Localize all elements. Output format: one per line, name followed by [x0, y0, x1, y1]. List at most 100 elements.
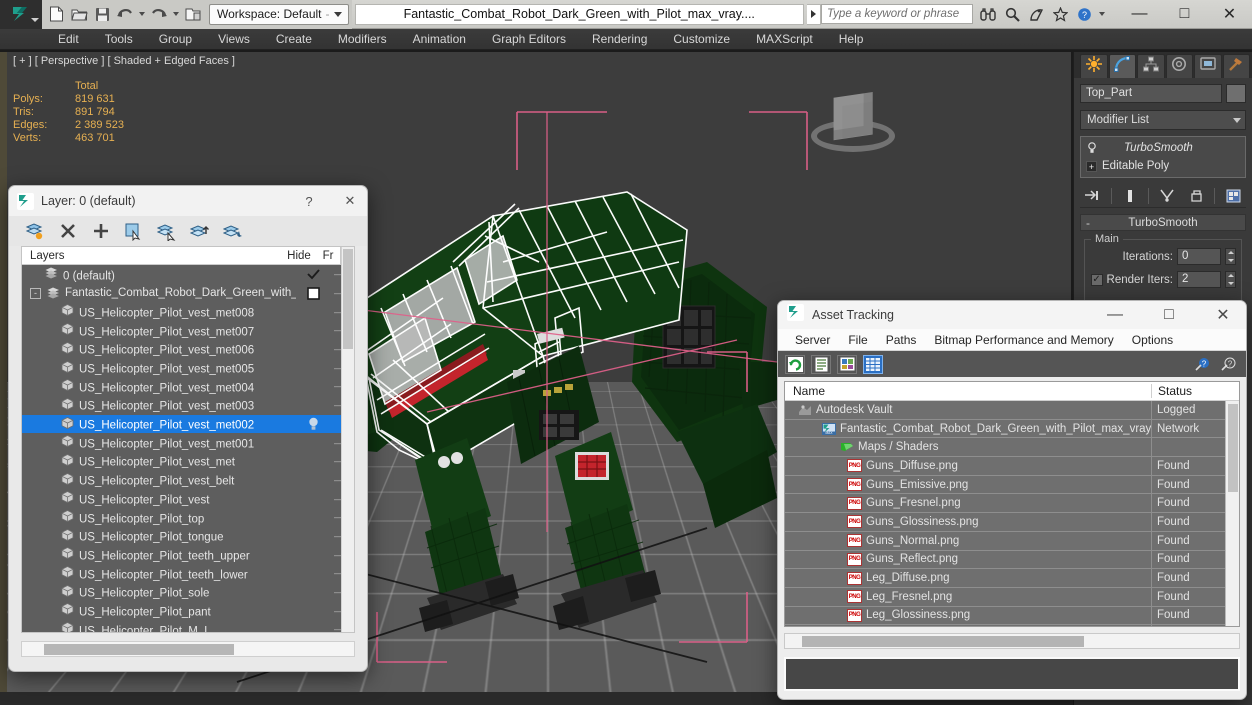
menu-item-help[interactable]: Help [826, 29, 877, 50]
undo-dropdown-caret-icon[interactable] [137, 3, 147, 25]
menu-item-maxscript[interactable]: MAXScript [743, 29, 826, 50]
open-file-button[interactable] [68, 3, 90, 25]
select-highlight-icon[interactable] [124, 222, 143, 241]
asset-tracking-maximize-button[interactable]: □ [1146, 301, 1192, 329]
redo-button[interactable] [148, 3, 170, 25]
layer-list-vscroll-thumb[interactable] [343, 249, 353, 349]
asset-row[interactable]: Autodesk VaultLogged [785, 401, 1225, 420]
layer-hide-cell[interactable] [296, 287, 330, 300]
iterations-stepper[interactable] [1225, 248, 1236, 265]
satellite-dish-icon[interactable] [1025, 3, 1047, 25]
layer-rows-container[interactable]: 0 (default)——-Fantastic_Combat_Robot_Dar… [22, 265, 354, 632]
asset-row[interactable]: MAXFantastic_Combat_Robot_Dark_Green_wit… [785, 420, 1225, 439]
lightbulb-icon[interactable] [1086, 142, 1097, 155]
column-header-layers[interactable]: Layers [22, 250, 282, 262]
menu-item-graph-editors[interactable]: Graph Editors [479, 29, 579, 50]
viewport-label[interactable]: [ + ] [ Perspective ] [ Shaded + Edged F… [13, 55, 235, 67]
thumbnail-view-icon[interactable] [837, 355, 857, 374]
question-help-icon[interactable]: ? [1073, 3, 1095, 25]
menu-item-edit[interactable]: Edit [45, 29, 92, 50]
asset-rows-container[interactable]: Autodesk VaultLogged MAXFantastic_Combat… [785, 401, 1225, 626]
layer-row[interactable]: US_Helicopter_Pilot_vest_belt—— [22, 471, 354, 490]
asset-grid-vscrollbar[interactable] [1225, 401, 1239, 626]
menu-item-group[interactable]: Group [146, 29, 205, 50]
asset-menu-options[interactable]: Options [1123, 333, 1182, 347]
help-question-icon[interactable]: ? [1193, 355, 1213, 374]
rollout-collapse-icon[interactable]: - [1086, 217, 1090, 229]
layer-row[interactable]: US_Helicopter_Pilot_top—— [22, 508, 354, 527]
app-menu-button[interactable] [0, 0, 42, 29]
asset-row[interactable]: PNGLeg_Glossiness.pngFound [785, 607, 1225, 626]
modify-tab[interactable] [1109, 54, 1137, 78]
layer-row[interactable]: -Fantastic_Combat_Robot_Dark_Green_with_… [22, 284, 354, 303]
document-title-next-button[interactable] [807, 4, 821, 25]
help-dropdown-caret-icon[interactable] [1097, 3, 1107, 25]
render-iters-checkbox[interactable]: ✓ [1091, 274, 1103, 286]
undo-button[interactable] [114, 3, 136, 25]
expand-collapse-icon[interactable]: - [30, 288, 41, 299]
layer-dialog-close-button[interactable]: ✕ [333, 187, 367, 216]
menu-item-rendering[interactable]: Rendering [579, 29, 660, 50]
workspace-selector[interactable]: Workspace: Default - [209, 4, 349, 25]
asset-menu-bitmap-performance-and-memory[interactable]: Bitmap Performance and Memory [925, 333, 1122, 347]
save-file-button[interactable] [91, 3, 113, 25]
layer-row[interactable]: US_Helicopter_Pilot_vest_met003—— [22, 396, 354, 415]
asset-tracking-dialog[interactable]: Asset Tracking — □ ✕ ServerFilePathsBitm… [777, 300, 1247, 700]
column-header-name[interactable]: Name [785, 384, 1151, 398]
menu-item-create[interactable]: Create [263, 29, 325, 50]
asset-menu-file[interactable]: File [839, 333, 876, 347]
layer-row[interactable]: 0 (default)—— [22, 265, 354, 284]
layer-hide-cell[interactable] [296, 269, 330, 280]
hierarchy-tab[interactable] [1137, 54, 1165, 78]
magnifier-icon[interactable] [1001, 3, 1023, 25]
asset-row[interactable]: PNGGuns_Diffuse.pngFound [785, 457, 1225, 476]
column-header-hide[interactable]: Hide [282, 250, 316, 262]
column-header-freeze[interactable]: Fr [316, 250, 340, 262]
chevron-down-icon[interactable] [1233, 118, 1241, 123]
asset-row[interactable]: PNGGuns_Emissive.pngFound [785, 476, 1225, 495]
layer-row[interactable]: US_Helicopter_Pilot_vest_met005—— [22, 358, 354, 377]
object-color-swatch[interactable] [1226, 84, 1246, 103]
show-end-result-icon[interactable] [1120, 186, 1140, 206]
asset-tracking-titlebar[interactable]: Asset Tracking — □ ✕ [778, 301, 1246, 329]
object-name-field[interactable]: Top_Part [1080, 84, 1222, 103]
maximize-button[interactable]: □ [1162, 0, 1207, 29]
configure-sets-icon[interactable] [1224, 186, 1244, 206]
minimize-button[interactable]: — [1117, 0, 1162, 29]
layer-row[interactable]: US_Helicopter_Pilot_teeth_upper—— [22, 545, 354, 564]
remove-modifier-icon[interactable] [1186, 186, 1206, 206]
menu-item-views[interactable]: Views [205, 29, 263, 50]
layer-row[interactable]: US_Helicopter_Pilot_vest_met—— [22, 452, 354, 471]
layer-row[interactable]: US_Helicopter_Pilot_tongue—— [22, 527, 354, 546]
asset-menu-paths[interactable]: Paths [877, 333, 926, 347]
close-button[interactable]: ✕ [1207, 0, 1252, 29]
chevron-down-icon[interactable] [334, 12, 342, 17]
new-file-button[interactable] [45, 3, 67, 25]
column-header-status[interactable]: Status [1151, 384, 1225, 398]
layer-row[interactable]: US_Helicopter_Pilot_sole—— [22, 583, 354, 602]
asset-grid-vscroll-thumb[interactable] [1228, 404, 1238, 492]
layer-list[interactable]: Layers Hide Fr 0 (default)——-Fantastic_C… [21, 246, 355, 633]
menu-item-customize[interactable]: Customize [660, 29, 743, 50]
make-unique-icon[interactable] [1158, 186, 1178, 206]
redo-dropdown-caret-icon[interactable] [171, 3, 181, 25]
layer-dialog[interactable]: Layer: 0 (default) ? ✕ [8, 185, 368, 672]
menu-item-modifiers[interactable]: Modifiers [325, 29, 400, 50]
asset-grid-hscroll-thumb[interactable] [802, 636, 1084, 647]
iterations-field[interactable]: 0 [1177, 248, 1221, 265]
refresh-green-icon[interactable] [785, 355, 805, 374]
asset-row[interactable]: PNGGuns_Normal.pngFound [785, 532, 1225, 551]
display-tab[interactable] [1194, 54, 1222, 78]
asset-tracking-minimize-button[interactable]: — [1092, 301, 1138, 329]
layer-row[interactable]: US_Helicopter_Pilot_pant—— [22, 601, 354, 620]
viewcube-cube[interactable] [834, 92, 873, 140]
layer-row[interactable]: US_Helicopter_Pilot_vest_met004—— [22, 377, 354, 396]
asset-row[interactable]: PNGLeg_Normal.pngFound [785, 625, 1225, 626]
asset-menu-server[interactable]: Server [786, 333, 839, 347]
asset-row[interactable]: PNGGuns_Fresnel.pngFound [785, 494, 1225, 513]
layer-props-icon[interactable] [223, 222, 242, 241]
layer-row[interactable]: US_Helicopter_Pilot_teeth_lower—— [22, 564, 354, 583]
modifier-stack-item-editable-poly[interactable]: + Editable Poly [1083, 157, 1243, 175]
menu-item-tools[interactable]: Tools [92, 29, 146, 50]
turbosmooth-rollout-header[interactable]: - TurboSmooth [1080, 214, 1246, 231]
